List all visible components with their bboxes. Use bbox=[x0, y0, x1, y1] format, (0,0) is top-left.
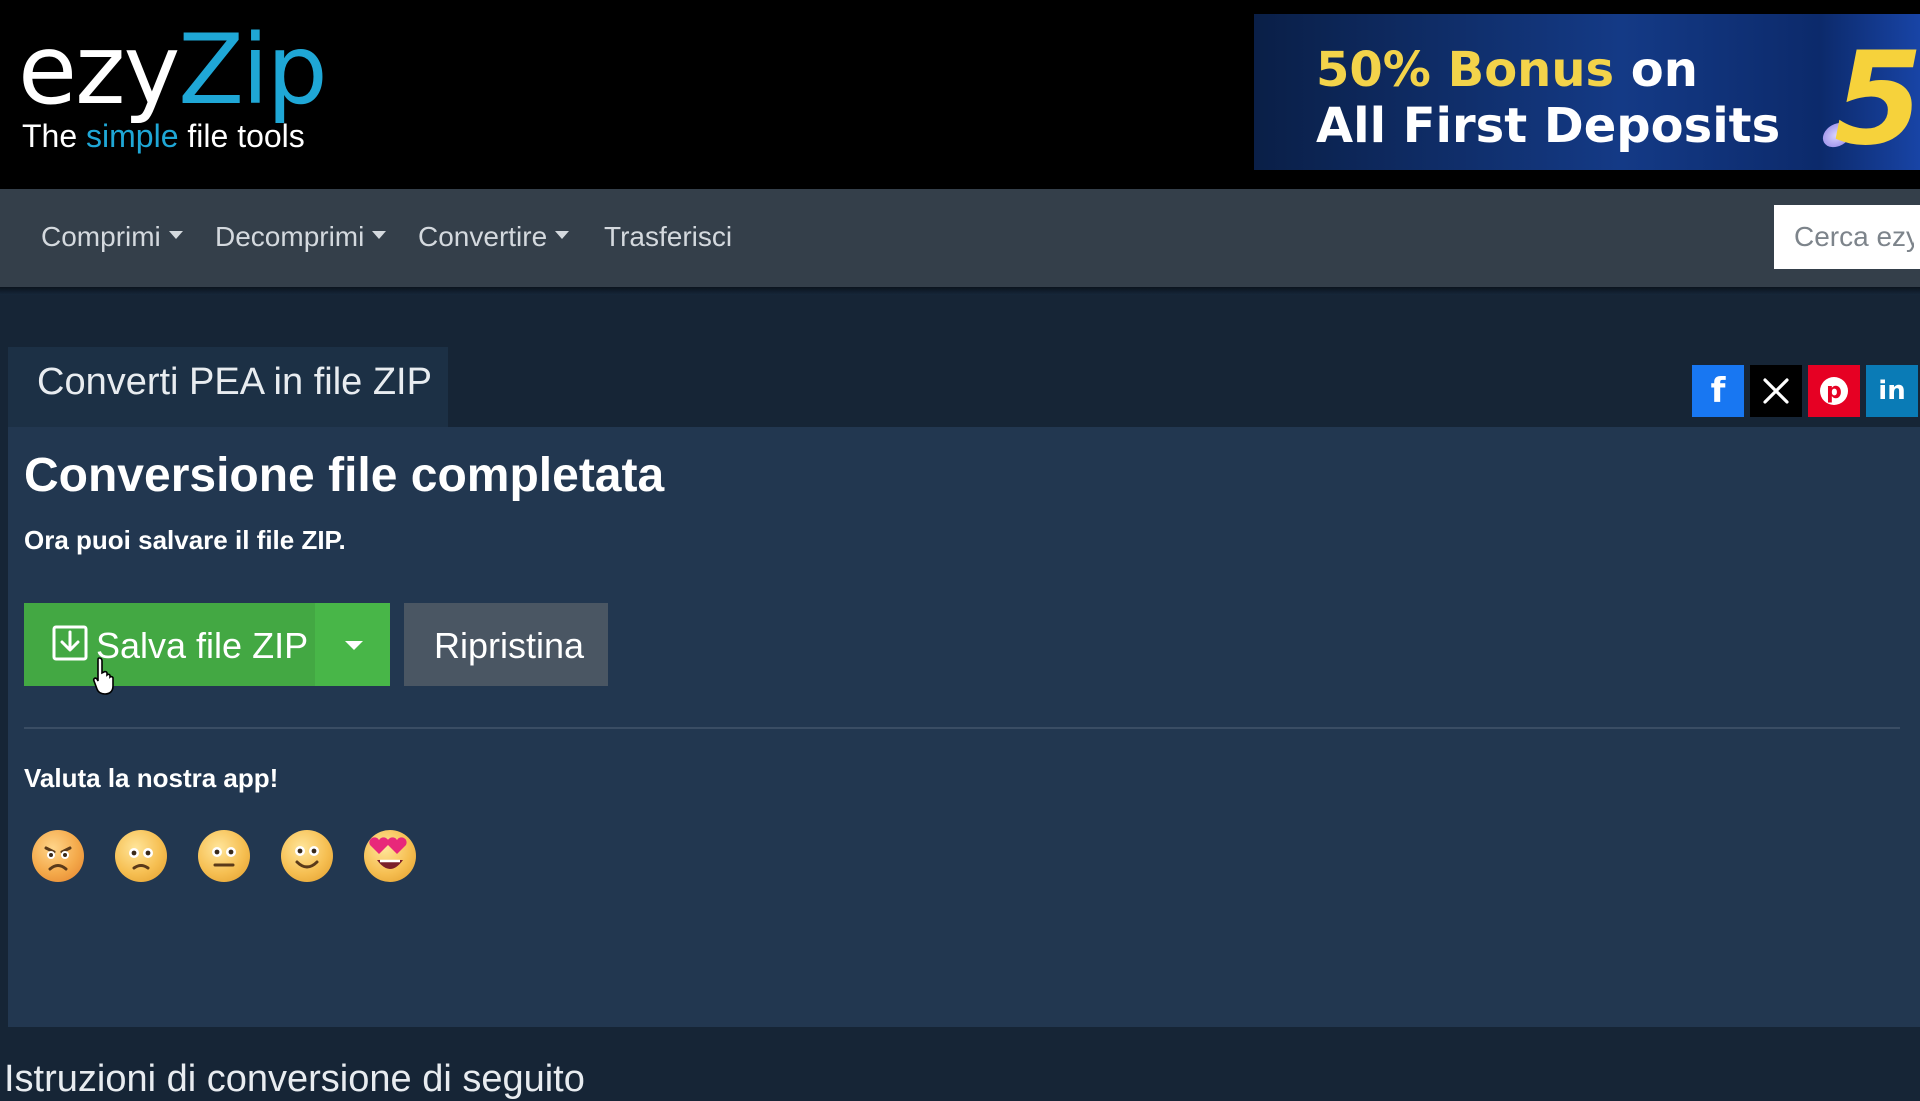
page-heading: Conversione file completata bbox=[24, 449, 665, 502]
tagline-highlight: simple bbox=[86, 118, 179, 154]
logo-tagline: The simple file tools bbox=[22, 118, 305, 155]
tool-tab: Converti PEA in file ZIP bbox=[8, 347, 448, 427]
tagline-before: The bbox=[22, 118, 87, 154]
caret-down-icon bbox=[555, 230, 570, 239]
nav-convertire-label: Convertire bbox=[418, 221, 548, 252]
nav-decomprimi[interactable]: Decomprimi bbox=[215, 221, 387, 253]
pinterest-icon: p bbox=[1820, 377, 1848, 405]
linkedin-icon: in bbox=[1878, 376, 1906, 406]
rating-label: Valuta la nostra app! bbox=[24, 763, 279, 793]
save-zip-button[interactable]: Salva file ZIP bbox=[24, 603, 315, 686]
tagline-after: file tools bbox=[178, 118, 305, 154]
logo-word-zip: Zip bbox=[178, 14, 327, 126]
hand-cursor-icon bbox=[92, 657, 114, 695]
nav-decomprimi-label: Decomprimi bbox=[215, 221, 365, 252]
caret-down-icon bbox=[168, 230, 183, 239]
nav-trasferisci[interactable]: Trasferisci bbox=[604, 221, 732, 253]
nav-trasferisci-label: Trasferisci bbox=[604, 221, 733, 252]
search-input[interactable] bbox=[1774, 205, 1920, 269]
section-divider bbox=[24, 727, 1900, 729]
heart-eyes-face-icon[interactable] bbox=[364, 830, 416, 882]
caret-down-icon bbox=[372, 230, 387, 239]
site-header: ezyZip The simple file tools 50% Bonus o… bbox=[0, 0, 1920, 189]
logo-wordmark: ezyZip bbox=[18, 22, 328, 118]
share-linkedin-button[interactable]: in bbox=[1866, 365, 1918, 417]
caret-down-icon bbox=[345, 641, 363, 650]
smiling-face-icon[interactable] bbox=[281, 830, 333, 882]
angry-face-icon[interactable] bbox=[32, 830, 84, 882]
navbar-shadow bbox=[0, 287, 1920, 295]
page-subtext: Ora puoi salvare il file ZIP. bbox=[24, 525, 346, 555]
nav-comprimi[interactable]: Comprimi bbox=[41, 221, 183, 253]
share-x-button[interactable] bbox=[1750, 365, 1802, 417]
facebook-icon: f bbox=[1710, 371, 1726, 411]
save-options-dropdown[interactable] bbox=[315, 603, 390, 686]
ad-bonus-text: 50% Bonus bbox=[1316, 42, 1615, 98]
save-zip-label: Salva file ZIP bbox=[96, 625, 309, 666]
x-icon bbox=[1763, 378, 1789, 404]
reset-label: Ripristina bbox=[434, 625, 585, 666]
share-facebook-button[interactable]: f bbox=[1692, 365, 1744, 417]
ad-banner[interactable]: 50% Bonus on All First Deposits 5 bbox=[1254, 14, 1920, 170]
ad-subline: All First Deposits bbox=[1316, 98, 1781, 154]
nav-convertire[interactable]: Convertire bbox=[418, 221, 570, 253]
nav-comprimi-label: Comprimi bbox=[41, 221, 161, 252]
frowning-face-icon[interactable] bbox=[115, 830, 167, 882]
reset-button[interactable]: Ripristina bbox=[404, 603, 608, 686]
svg-text:p: p bbox=[1826, 379, 1842, 404]
neutral-face-icon[interactable] bbox=[198, 830, 250, 882]
download-icon bbox=[52, 625, 88, 661]
logo-word-ezy: ezy bbox=[18, 14, 180, 126]
site-logo[interactable]: ezyZip The simple file tools bbox=[18, 14, 328, 164]
ad-headline: 50% Bonus on bbox=[1316, 42, 1698, 98]
ad-badge: 5 bbox=[1834, 25, 1920, 170]
ad-on-text: on bbox=[1614, 42, 1698, 98]
tool-title: Converti PEA in file ZIP bbox=[37, 361, 432, 403]
share-pinterest-button[interactable]: p bbox=[1808, 365, 1860, 417]
